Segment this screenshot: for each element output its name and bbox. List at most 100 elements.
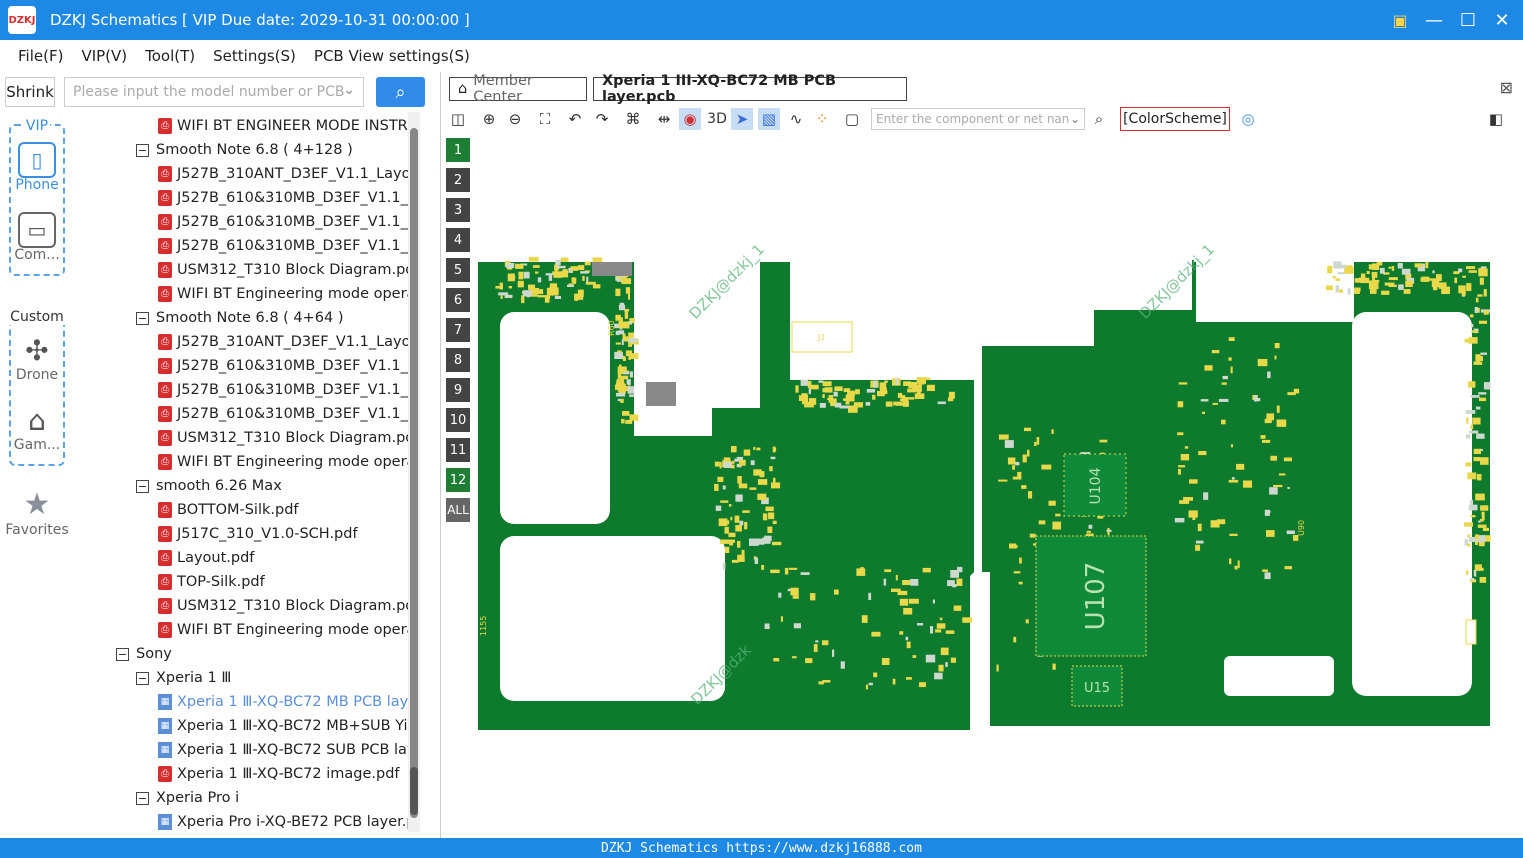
collapse-icon[interactable]: − — [136, 479, 149, 493]
search-icon[interactable]: ⌕ — [1088, 108, 1110, 130]
tree-file[interactable]: ▦ Xperia Pro i-XQ-BE72 PCB layer.pcl — [158, 810, 419, 832]
tree-folder[interactable]: − Smooth Note 6.8 ( 4+128 ) — [136, 138, 353, 162]
tree-folder[interactable]: − Smooth Note 6.8 ( 4+64 ) — [136, 306, 344, 330]
collapse-icon[interactable]: − — [136, 791, 149, 805]
scrollbar-thumb[interactable] — [410, 767, 418, 815]
pcb-canvas[interactable]: U104 U107 U15 1155 R60 U90 J1 DZKJ@dzkj_… — [474, 136, 1519, 836]
layer-button-2[interactable]: 2 — [446, 168, 470, 192]
fit-view-icon[interactable]: ⛶ — [534, 108, 556, 130]
3d-button[interactable]: 3D — [704, 108, 730, 130]
layer-button-4[interactable]: 4 — [446, 228, 470, 252]
tree-folder[interactable]: − Xperia 1 Ⅲ — [136, 666, 231, 690]
highlight-icon[interactable]: ◉ — [679, 108, 701, 130]
tree-file[interactable]: ⎙ USM312_T310 Block Diagram.pdf — [158, 426, 419, 450]
paint-brush-icon[interactable]: ⌘ — [622, 108, 644, 130]
pins-icon[interactable]: ⁘ — [811, 108, 833, 130]
tree-file[interactable]: ⎙ USM312_T310 Block Diagram.pdf — [158, 594, 419, 618]
tree-file[interactable]: ⎙ TOP-Silk.pdf — [158, 570, 265, 594]
vip-icon[interactable]: ▣ — [1389, 6, 1411, 34]
nav-computer[interactable]: Com... — [0, 247, 74, 263]
split-view-icon[interactable]: ◫ — [447, 108, 469, 130]
tree-file[interactable]: ⎙ BOTTOM-Silk.pdf — [158, 498, 299, 522]
tree-file[interactable]: ⎙ USM312_T310 Block Diagram.pdf — [158, 258, 419, 282]
tree-file[interactable]: ▦ Xperia 1 Ⅲ-XQ-BC72 SUB PCB laye — [158, 738, 419, 762]
chip-u107[interactable]: U107 — [1035, 535, 1147, 657]
computer-icon[interactable]: ▭ — [18, 212, 56, 248]
drone-icon[interactable]: ✣ — [18, 332, 56, 368]
tab-member-center[interactable]: ⌂ Member Center — [449, 73, 587, 105]
chip-u104[interactable]: U104 — [1063, 453, 1127, 517]
tree-file[interactable]: ⎙ J527B_310ANT_D3EF_V1.1_Layout.p — [158, 162, 419, 186]
chevron-down-icon[interactable]: ⌄ — [343, 82, 355, 98]
mirror-icon[interactable]: ⇹ — [653, 108, 675, 130]
layer-button-7[interactable]: 7 — [446, 318, 470, 342]
color-scheme-button[interactable]: [ColorScheme] — [1120, 107, 1230, 131]
eye-icon[interactable]: ◎ — [1237, 108, 1259, 130]
layer-button-1[interactable]: 1 — [446, 138, 470, 162]
tree-file[interactable]: ⎙ WIFI BT ENGINEER MODE INSTRUC — [158, 114, 419, 138]
star-icon[interactable]: ★ — [18, 486, 56, 522]
tree-file[interactable]: ▦ Xperia 1 Ⅲ-XQ-BC72 MB+SUB YiDi — [158, 714, 419, 738]
nav-phone[interactable]: Phone — [0, 177, 74, 193]
menu-tool[interactable]: Tool(T) — [145, 47, 195, 65]
tree-file[interactable]: ⎙ J517C_310_V1.0-SCH.pdf — [158, 522, 358, 546]
tree-file[interactable]: ⎙ Xperia 1 Ⅲ-XQ-BC72 image.pdf — [158, 762, 400, 786]
nav-game[interactable]: Gam... — [0, 437, 74, 453]
layer-button-8[interactable]: 8 — [446, 348, 470, 372]
nav-drone[interactable]: Drone — [0, 367, 74, 383]
menu-vip[interactable]: VIP(V) — [81, 47, 127, 65]
tree-file[interactable]: ⎙ J527B_610&310MB_D3EF_V1.1_Lay — [158, 354, 419, 378]
tree-folder[interactable]: − Xperia Pro i — [136, 786, 239, 810]
scrollbar-track-thumb[interactable] — [410, 128, 418, 818]
minimize-icon[interactable]: — — [1423, 6, 1445, 34]
close-icon[interactable]: ✕ — [1491, 6, 1513, 34]
pane-divider[interactable] — [440, 72, 441, 838]
tree-folder[interactable]: − smooth 6.26 Max — [136, 474, 282, 498]
tree-folder[interactable]: − Sony — [116, 642, 172, 666]
nav-favorites[interactable]: Favorites — [0, 522, 74, 538]
tab-active-pcb[interactable]: Xperia 1 III-XQ-BC72 MB PCB layer.pcb — [593, 73, 907, 105]
menu-settings[interactable]: Settings(S) — [213, 47, 296, 65]
collapse-icon[interactable]: − — [116, 647, 129, 661]
phone-icon[interactable]: ▯ — [18, 142, 56, 178]
shrink-button[interactable]: Shrink — [5, 77, 55, 107]
layer-button-all[interactable]: ALL — [446, 498, 470, 522]
layer-button-6[interactable]: 6 — [446, 288, 470, 312]
tree-file[interactable]: ⎙ J527B_610&310MB_D3EF_V1.1_Lay — [158, 186, 419, 210]
tree-file[interactable]: ⎙ J527B_610&310MB_D3EF_V1.1_Silk — [158, 234, 419, 258]
tree-scrollbar[interactable] — [408, 112, 420, 832]
collapse-icon[interactable]: − — [136, 143, 149, 157]
tree-file[interactable]: ▦ Xperia 1 Ⅲ-XQ-BC72 MB PCB layer — [158, 690, 419, 714]
arrow-icon[interactable]: ➤ — [731, 108, 753, 130]
close-tab-icon[interactable]: ⊠ — [1500, 78, 1513, 97]
chevron-down-icon[interactable]: ⌄ — [1070, 112, 1080, 126]
net-search-input[interactable]: Enter the component or net nan ⌄ — [871, 108, 1085, 130]
collapse-icon[interactable]: − — [136, 311, 149, 325]
rotate-left-icon[interactable]: ↶ — [564, 108, 586, 130]
trace-icon[interactable]: ∿ — [785, 108, 807, 130]
layer-button-9[interactable]: 9 — [446, 378, 470, 402]
tree-file[interactable]: ⎙ J527B_610&310MB_D3EF_V1.1_Silk — [158, 402, 419, 426]
collapse-icon[interactable]: − — [136, 671, 149, 685]
chip-u15[interactable]: U15 — [1071, 665, 1123, 707]
layer-button-3[interactable]: 3 — [446, 198, 470, 222]
tree-file[interactable]: ⎙ J527B_610&310MB_D3EF_V1.1_Sch — [158, 210, 419, 234]
layer-button-11[interactable]: 11 — [446, 438, 470, 462]
panel-toggle-icon[interactable]: ◧ — [1485, 108, 1507, 130]
zoom-out-icon[interactable]: ⊖ — [504, 108, 526, 130]
maximize-icon[interactable]: ☐ — [1457, 6, 1479, 34]
gamepad-icon[interactable]: ⌂ — [18, 402, 56, 438]
search-button[interactable]: ⌕ — [376, 77, 425, 107]
tree-file[interactable]: ⎙ WIFI BT Engineering mode operati — [158, 618, 419, 642]
tree-file[interactable]: ⎙ J527B_310ANT_D3EF_V1.1_Layout.p — [158, 330, 419, 354]
menu-pcb-view-settings[interactable]: PCB View settings(S) — [314, 47, 470, 65]
tree-file[interactable]: ⎙ WIFI BT Engineering mode operati — [158, 450, 419, 474]
model-search-input[interactable]: Please input the model number or PCB ⌄ — [64, 77, 364, 107]
net-select-icon[interactable]: ▧ — [758, 108, 780, 130]
tree-file[interactable]: ⎙ Layout.pdf — [158, 546, 254, 570]
tree-file[interactable]: ⎙ WIFI BT Engineering mode operati — [158, 282, 419, 306]
menu-file[interactable]: File(F) — [18, 47, 63, 65]
zoom-in-icon[interactable]: ⊕ — [478, 108, 500, 130]
layer-button-12[interactable]: 12 — [446, 468, 470, 492]
mouse-icon[interactable]: ▢ — [841, 108, 863, 130]
